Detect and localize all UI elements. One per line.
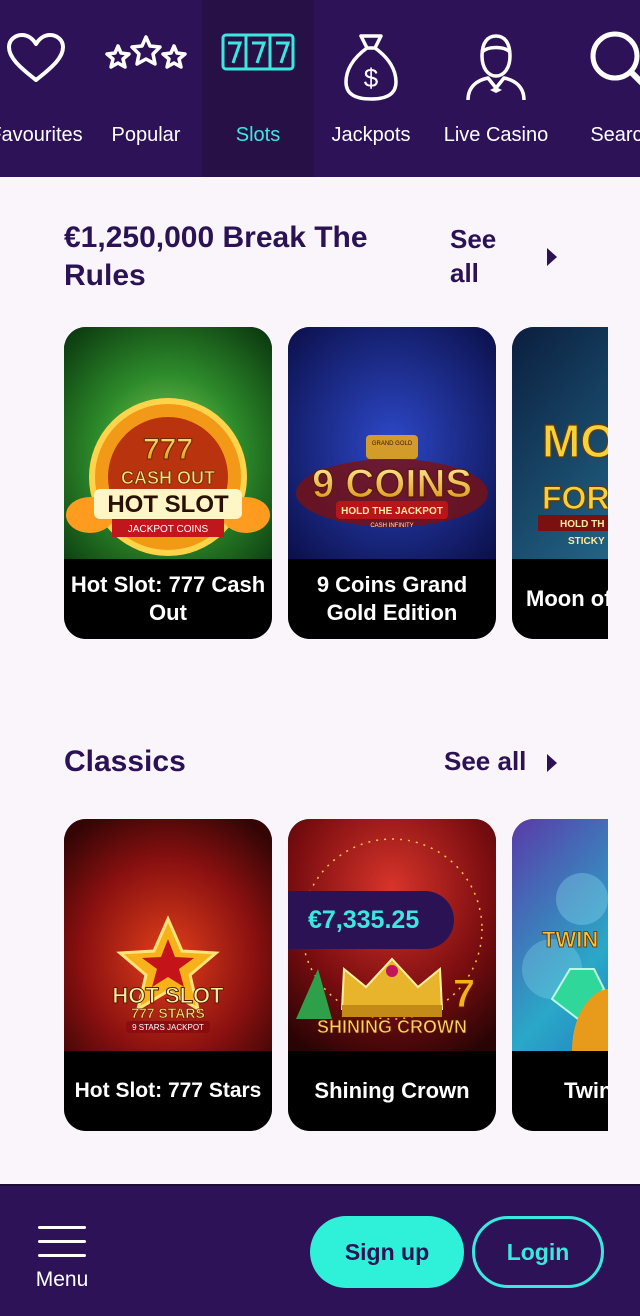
- search-icon: [587, 28, 640, 103]
- dealer-icon: [464, 32, 528, 107]
- game-name: Moon of Fortune: [512, 559, 608, 639]
- game-thumbnail: TWIN: [512, 819, 608, 1051]
- nav-item-label: Popular: [111, 124, 181, 146]
- nav-item-jackpots[interactable]: $ Jackpots: [322, 0, 420, 177]
- art-text: TWIN: [542, 927, 598, 952]
- money-bag-icon: $: [343, 32, 399, 107]
- menu-label[interactable]: Menu: [22, 1268, 102, 1292]
- game-thumbnail: GRAND GOLD 9 COINS HOLD THE JACKPOT CASH…: [288, 327, 496, 559]
- nav-item-slots[interactable]: Slots: [202, 0, 314, 177]
- art-text: HOLD TH: [560, 519, 604, 530]
- art-text: CASH INFINITY: [370, 523, 413, 529]
- svg-text:$: $: [364, 63, 379, 93]
- art-text: JACKPOT COINS: [128, 524, 209, 535]
- nav-item-label: Favourites: [0, 124, 83, 146]
- game-carousel: HOT SLOT 777 STARS 9 STARS JACKPOT Hot S…: [64, 819, 608, 1131]
- game-name: Hot Slot: 777 Stars: [64, 1051, 272, 1131]
- game-thumbnail: MO FOR HOLD TH STICKY: [512, 327, 608, 559]
- nav-item-label: Slots: [235, 124, 281, 146]
- nav-item-label: Jackpots: [331, 124, 411, 146]
- login-button[interactable]: Login: [472, 1216, 604, 1288]
- slot-777-icon: [221, 32, 295, 77]
- hamburger-menu-icon[interactable]: [38, 1224, 86, 1257]
- art-text: 9 STARS JACKPOT: [132, 1023, 204, 1032]
- sign-up-button[interactable]: Sign up: [310, 1216, 464, 1288]
- nav-item-popular[interactable]: Popular: [96, 0, 196, 177]
- art-text: GRAND GOLD: [372, 441, 413, 447]
- nav-item-search[interactable]: Search: [572, 0, 640, 177]
- game-name: Hot Slot: 777 Cash Out: [64, 559, 272, 639]
- svg-text:7: 7: [453, 972, 475, 1016]
- game-name: Shining Crown: [288, 1051, 496, 1131]
- game-card[interactable]: GRAND GOLD 9 COINS HOLD THE JACKPOT CASH…: [288, 327, 496, 639]
- art-text: STICKY: [568, 536, 605, 547]
- art-text: 777: [143, 433, 193, 466]
- game-card[interactable]: 7 SHINING CROWN €7,335.25 Shining Crown: [288, 819, 496, 1131]
- nav-item-live-casino[interactable]: Live Casino: [440, 0, 552, 177]
- heart-icon: [6, 32, 66, 89]
- art-text: HOLD THE JACKPOT: [341, 506, 443, 517]
- nav-item-favourites[interactable]: Favourites: [0, 0, 94, 177]
- art-text: CASH OUT: [121, 468, 215, 488]
- game-name: Twin: [512, 1051, 608, 1131]
- game-card[interactable]: MO FOR HOLD TH STICKY Moon of Fortune: [512, 327, 608, 639]
- game-carousel: 777 CASH OUT HOT SLOT JACKPOT COINS Hot …: [64, 327, 608, 639]
- jackpot-badge: €7,335.25: [288, 891, 454, 949]
- see-all-link[interactable]: See all: [444, 744, 526, 778]
- game-thumbnail: HOT SLOT 777 STARS 9 STARS JACKPOT: [64, 819, 272, 1051]
- game-card[interactable]: HOT SLOT 777 STARS 9 STARS JACKPOT Hot S…: [64, 819, 272, 1131]
- art-text: MO: [542, 415, 608, 467]
- game-name: 9 Coins Grand Gold Edition: [288, 559, 496, 639]
- chevron-right-icon[interactable]: [547, 248, 557, 266]
- art-text: 9 COINS: [312, 462, 472, 506]
- art-text: FOR: [542, 480, 608, 516]
- category-nav: Favourites Popular: [0, 0, 640, 177]
- art-text: HOT SLOT: [107, 491, 229, 518]
- game-card[interactable]: 777 CASH OUT HOT SLOT JACKPOT COINS Hot …: [64, 327, 272, 639]
- chevron-right-icon[interactable]: [547, 754, 557, 772]
- see-all-link[interactable]: See all: [450, 222, 510, 290]
- stars-icon: [104, 32, 188, 85]
- nav-item-label: Live Casino: [443, 124, 549, 146]
- section-title: €1,250,000 Break The Rules: [64, 221, 368, 292]
- game-thumbnail: 777 CASH OUT HOT SLOT JACKPOT COINS: [64, 327, 272, 559]
- section-title: Classics: [64, 745, 186, 778]
- nav-item-label: Search: [590, 124, 640, 146]
- art-text: 777 STARS: [131, 1005, 205, 1021]
- bottom-bar: Menu Sign up Login: [0, 1184, 640, 1316]
- art-text: SHINING CROWN: [317, 1017, 467, 1037]
- game-card[interactable]: TWIN Twin: [512, 819, 608, 1131]
